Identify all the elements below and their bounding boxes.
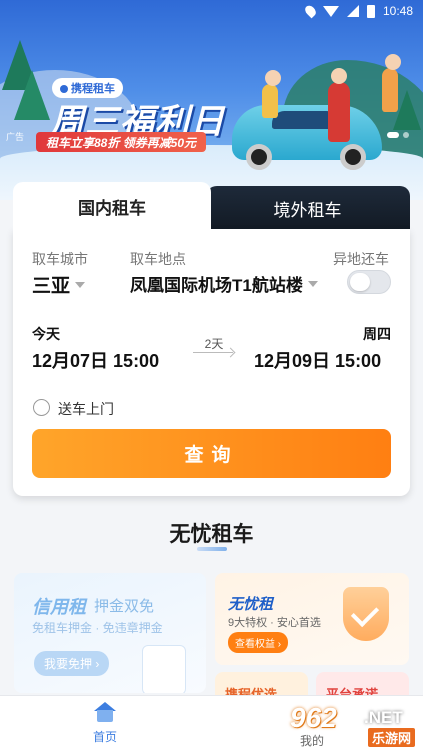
carousel-indicator: [387, 132, 409, 138]
site-watermark: 962 .NET 乐游网: [284, 700, 420, 748]
pickup-location-select[interactable]: 凤凰国际机场T1航站楼: [130, 271, 318, 296]
signal-icon: [346, 5, 359, 17]
nav-home[interactable]: 首页: [80, 702, 130, 745]
pickup-location-label: 取车地点: [130, 251, 186, 267]
delivery-label[interactable]: 送车上门: [58, 399, 114, 419]
worry-free-title: 无忧租: [228, 596, 274, 613]
worry-free-desc: 9大特权 · 安心首选: [228, 617, 321, 629]
return-diff-toggle[interactable]: [347, 270, 391, 294]
ad-tag: 广告: [6, 132, 25, 142]
wifi-icon: [322, 5, 339, 17]
pickup-location-value: 凤凰国际机场T1航站楼: [130, 276, 303, 295]
credit-rental-title: 信用租: [32, 597, 86, 617]
person-illustration: [328, 68, 350, 142]
card-illustration: [142, 645, 186, 693]
toggle-knob: [350, 273, 370, 291]
query-button[interactable]: 查询: [32, 429, 391, 478]
section-title: 无忧租车: [169, 523, 254, 546]
person-illustration: [382, 54, 401, 112]
tab-overseas-rental[interactable]: 境外租车: [205, 186, 410, 230]
nav-home-label: 首页: [92, 730, 117, 744]
home-icon: [94, 702, 116, 722]
pickup-day: 今天: [32, 326, 60, 342]
return-diff-label: 异地还车: [333, 251, 389, 267]
pickup-city-select[interactable]: 三亚: [32, 271, 86, 298]
battery-icon: [366, 4, 375, 18]
rental-duration: 2天: [204, 337, 224, 351]
banner-promo-text: 租车立享88折 领券再减50元: [36, 132, 207, 152]
tree-icon: [14, 70, 50, 120]
pickup-city-value: 三亚: [32, 276, 71, 297]
pickup-city-label: 取车城市: [32, 251, 88, 267]
credit-rental-card[interactable]: 信用租 押金双免 免租车押金 · 免违章押金 我要免押 ›: [14, 573, 206, 693]
view-benefits-button[interactable]: 查看权益 ›: [228, 632, 289, 653]
chevron-down-icon: [75, 282, 86, 288]
credit-rental-subtitle: 押金双免: [94, 598, 155, 615]
booking-card: 取车城市 三亚 取车地点 凤凰国际机场T1航站楼 异地还车 今天 12月07日 …: [13, 229, 410, 496]
tab-domestic-rental[interactable]: 国内租车: [13, 182, 211, 230]
delivery-radio[interactable]: [33, 399, 50, 416]
return-datetime[interactable]: 12月09日 15:00: [254, 347, 381, 373]
section-underline: [197, 547, 227, 551]
watermark-cn: 乐游网: [368, 728, 416, 747]
shield-check-icon: [343, 587, 389, 641]
ctrip-logo-icon: [60, 85, 68, 93]
watermark-number: 962: [290, 702, 337, 733]
return-day: 周四: [363, 326, 391, 342]
deposit-free-button[interactable]: 我要免押 ›: [34, 651, 110, 676]
location-icon: [303, 3, 318, 19]
watermark-domain: .NET: [364, 708, 403, 727]
rental-type-tabs: 境外租车 国内租车: [13, 182, 410, 230]
promo-banner[interactable]: 携程租车 周三福利日 租车立享88折 领券再减50元 广告: [0, 0, 423, 200]
arrow-right-icon: [193, 352, 233, 353]
status-bar: 10:48: [0, 0, 423, 22]
pickup-datetime[interactable]: 12月07日 15:00: [32, 347, 159, 373]
chevron-down-icon: [307, 281, 318, 287]
credit-rental-desc: 免租车押金 · 免违章押金: [32, 621, 163, 635]
status-time: 10:48: [382, 4, 413, 18]
worry-free-card[interactable]: 无忧租 9大特权 · 安心首选 查看权益 ›: [215, 573, 409, 665]
car-illustration: [232, 105, 382, 170]
person-illustration: [262, 70, 281, 118]
